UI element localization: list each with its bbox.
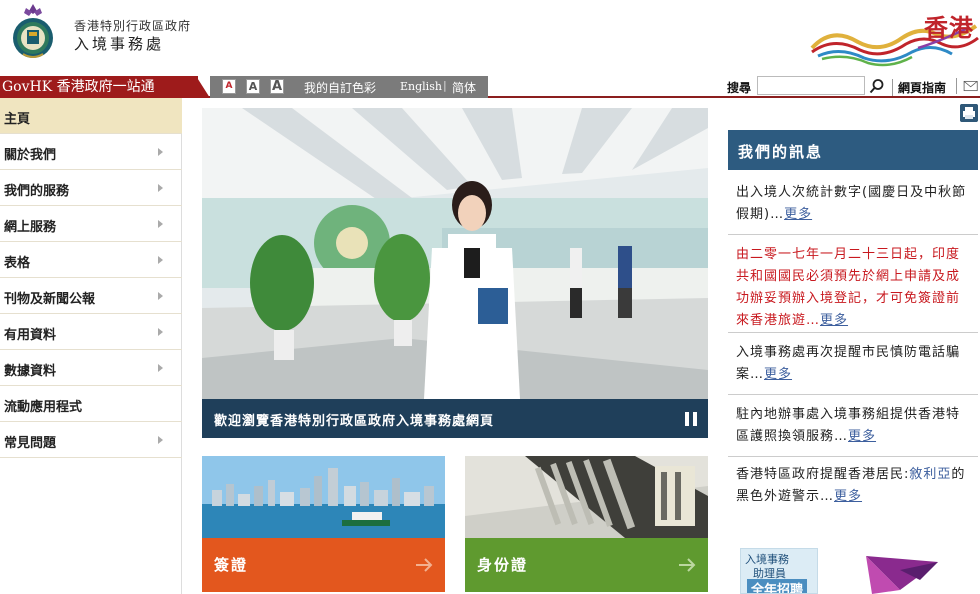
messages-header: 我們的訊息 <box>728 130 978 170</box>
message-divider <box>728 456 978 457</box>
sidebar-item-label: 主頁 <box>4 112 31 127</box>
sidebar-item-statistics[interactable]: 數據資料 <box>0 350 182 386</box>
sitemap-link[interactable]: 網頁指南 <box>892 79 946 96</box>
message-more-link[interactable]: 更多 <box>784 207 812 222</box>
hero-banner[interactable]: 歡迎瀏覽香港特別行政區政府入境事務處網頁 <box>202 108 708 438</box>
sidebar-item-label: 有用資料 <box>4 328 57 343</box>
message-item[interactable]: 入境事務處再次提醒市民慎防電話騙案…更多 <box>736 342 968 386</box>
govhk-link[interactable]: GovHK 香港政府一站通 <box>0 76 198 98</box>
immigration-department-crest-logo[interactable] <box>8 2 58 62</box>
message-item[interactable]: 駐內地辦事處入境事務組提供香港特區護照換領服務…更多 <box>736 404 968 448</box>
brand-hong-kong-promo-banner[interactable] <box>860 550 940 594</box>
message-divider <box>728 394 978 395</box>
arrow-right-icon <box>416 558 433 572</box>
banner-photo-immigration-hall <box>202 108 708 399</box>
chevron-right-icon <box>158 364 163 372</box>
our-messages-panel: 我們的訊息 出入境人次統計數字(國慶日及中秋節假期)…更多 由二零一七年一月二十… <box>728 130 978 594</box>
search-label: 搜尋 <box>727 81 752 95</box>
messages-title: 我們的訊息 <box>738 143 824 161</box>
sidebar-item-mobile-apps[interactable]: 流動應用程式 <box>0 386 182 422</box>
sidebar-item-label: 表格 <box>4 256 31 271</box>
sidebar-item-our-services[interactable]: 我們的服務 <box>0 170 182 206</box>
sidebar-item-label: 常見問題 <box>4 436 57 451</box>
recruitment-promo-line3: 全年招聘 <box>747 579 808 593</box>
message-more-link[interactable]: 更多 <box>834 489 862 504</box>
sidebar-navigation: 主頁 關於我們 我們的服務 網上服務 表格 刊物及新聞公報 有用資料 數據資料 … <box>0 98 182 594</box>
site-header: 香港特別行政區政府 入境事務處 香港 <box>0 0 980 74</box>
message-item[interactable]: 出入境人次統計數字(國慶日及中秋節假期)…更多 <box>736 182 968 226</box>
pause-icon[interactable] <box>684 411 698 427</box>
visa-tile-label-bar: 簽證 <box>202 538 445 592</box>
department-government-name: 香港特別行政區政府 <box>74 19 192 33</box>
custom-colour-link[interactable]: 我的自訂色彩 <box>304 79 376 96</box>
message-item[interactable]: 由二零一七年一月二十三日起，印度共和國國民必須預先於網上申請及成功辦妥預辦入境登… <box>736 244 968 332</box>
identity-card-tile-image <box>465 456 708 538</box>
visa-tile-skyline-image <box>202 456 445 538</box>
chevron-right-icon <box>158 292 163 300</box>
sidebar-item-forms[interactable]: 表格 <box>0 242 182 278</box>
brand-hong-kong-logo[interactable]: 香港 <box>808 2 980 70</box>
identity-card-tile[interactable]: 身份證 <box>465 456 708 592</box>
govhk-tab-decoration <box>196 76 210 98</box>
search-input[interactable] <box>757 76 865 95</box>
sidebar-item-online-services[interactable]: 網上服務 <box>0 206 182 242</box>
message-more-link[interactable]: 更多 <box>764 367 792 382</box>
department-name: 入境事務處 <box>74 35 165 53</box>
font-size-small-button[interactable]: A <box>222 79 236 94</box>
message-divider <box>728 234 978 235</box>
font-size-large-button[interactable]: A <box>270 79 284 94</box>
language-simplified-chinese-link[interactable]: 简体 <box>452 79 476 96</box>
sidebar-item-label: 關於我們 <box>4 148 57 163</box>
sidebar-item-label: 網上服務 <box>4 220 57 235</box>
chevron-right-icon <box>158 436 163 444</box>
message-text: 出入境人次統計數字(國慶日及中秋節假期)… <box>736 185 967 222</box>
identity-card-tile-label: 身份證 <box>477 556 529 574</box>
banner-caption-bar: 歡迎瀏覽香港特別行政區政府入境事務處網頁 <box>202 399 708 438</box>
sidebar-item-label: 流動應用程式 <box>4 400 83 415</box>
message-more-link[interactable]: 更多 <box>820 313 848 328</box>
sidebar-item-label: 數據資料 <box>4 364 57 379</box>
sidebar-item-label: 刊物及新聞公報 <box>4 292 96 307</box>
chevron-right-icon <box>158 256 163 264</box>
visa-tile[interactable]: 簽證 <box>202 456 445 592</box>
arrow-right-icon <box>679 558 696 572</box>
banner-caption: 歡迎瀏覽香港特別行政區政府入境事務處網頁 <box>214 414 495 429</box>
sidebar-item-publications[interactable]: 刊物及新聞公報 <box>0 278 182 314</box>
message-more-link[interactable]: 更多 <box>848 429 876 444</box>
font-size-medium-button[interactable]: A <box>246 79 260 94</box>
language-english-link[interactable]: English <box>400 80 442 93</box>
message-highlight-link[interactable]: 敘利亞 <box>909 467 951 482</box>
chevron-right-icon <box>158 220 163 228</box>
sidebar-item-label: 我們的服務 <box>4 184 70 199</box>
sidebar-item-useful-info[interactable]: 有用資料 <box>0 314 182 350</box>
recruitment-promo-banner[interactable]: 入境事務 助理員 全年招聘 <box>740 548 818 594</box>
chevron-right-icon <box>158 184 163 192</box>
message-item[interactable]: 香港特區政府提醒香港居民:敘利亞的黑色外遊警示…更多 <box>736 464 968 508</box>
message-text: 香港特區政府提醒香港居民: <box>736 467 910 482</box>
language-separator: | <box>443 79 447 92</box>
identity-card-tile-label-bar: 身份證 <box>465 538 708 592</box>
chevron-right-icon <box>158 148 163 156</box>
chevron-right-icon <box>158 328 163 336</box>
print-icon[interactable] <box>960 104 978 122</box>
sidebar-item-about-us[interactable]: 關於我們 <box>0 134 182 170</box>
mail-icon[interactable] <box>956 78 978 94</box>
visa-tile-label: 簽證 <box>214 556 249 574</box>
sidebar-item-faq[interactable]: 常見問題 <box>0 422 182 458</box>
search-icon[interactable] <box>869 78 885 94</box>
sidebar-item-home[interactable]: 主頁 <box>0 98 182 134</box>
accessibility-toolbar: A A A 我的自訂色彩 English | 简体 <box>210 76 488 98</box>
message-divider <box>728 332 978 333</box>
brand-hong-kong-text: 香港 <box>924 14 974 42</box>
top-navigation-bar: GovHK 香港政府一站通 A A A 我的自訂色彩 English | 简体 … <box>0 76 980 98</box>
